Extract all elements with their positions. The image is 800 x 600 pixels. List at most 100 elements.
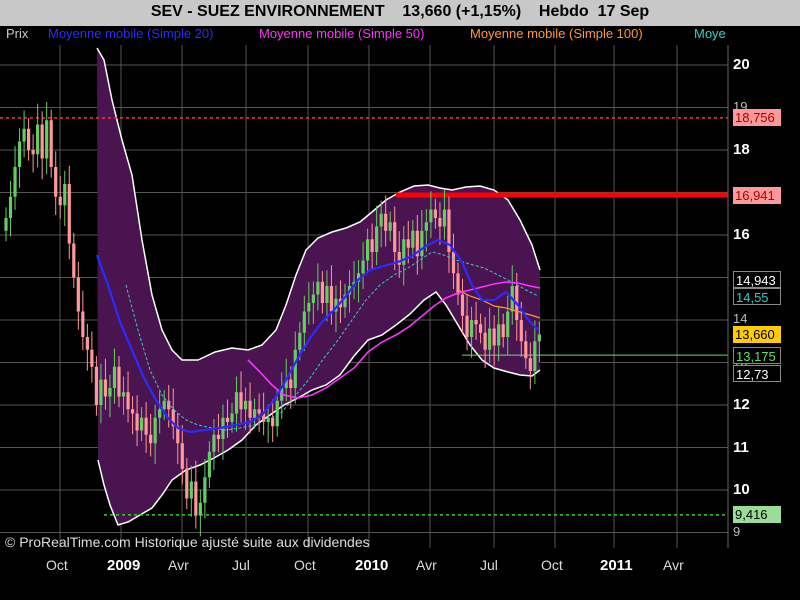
- candle-body: [384, 213, 388, 231]
- x-tick-label: Jul: [480, 557, 498, 573]
- price-chart: [0, 45, 729, 548]
- y-tick-label: 11: [733, 438, 749, 456]
- candle-body: [429, 209, 433, 223]
- price-tag: 13,175: [733, 346, 781, 364]
- candle-body: [185, 468, 189, 499]
- candle-body: [320, 281, 324, 303]
- candle-body: [72, 243, 76, 278]
- candle-body: [524, 341, 528, 359]
- candle-body: [99, 379, 103, 405]
- x-tick-label: Avr: [416, 557, 437, 573]
- candle-body: [488, 328, 492, 350]
- candle-body: [370, 239, 374, 252]
- candle-body: [230, 413, 234, 422]
- candle-body: [393, 222, 397, 252]
- candle-body: [316, 281, 320, 295]
- candle-body: [366, 239, 370, 261]
- candle-body: [54, 167, 58, 197]
- price-tag: 14,943: [733, 271, 781, 289]
- candle-body: [460, 294, 465, 316]
- x-tick-label: 2010: [355, 557, 389, 574]
- candle-body: [375, 226, 379, 252]
- candle-body: [203, 477, 207, 503]
- candle-body: [194, 481, 198, 516]
- x-tick-label: Jul: [232, 557, 250, 573]
- candle-body: [253, 409, 257, 418]
- candle-body: [420, 230, 424, 257]
- candle-body: [361, 260, 365, 274]
- candle-body: [271, 417, 275, 427]
- candle-body: [379, 213, 383, 227]
- candle-body: [537, 334, 541, 342]
- candle-body: [126, 392, 130, 410]
- candle-body: [8, 196, 13, 218]
- x-tick-label: 2011: [600, 557, 633, 574]
- candle-body: [49, 120, 53, 167]
- candle-body: [58, 196, 62, 206]
- candle-body: [533, 341, 537, 371]
- candle-body: [519, 320, 523, 342]
- x-tick-label: Avr: [663, 557, 684, 573]
- candle-body: [311, 294, 315, 303]
- candle-body: [149, 434, 153, 444]
- candle-body: [492, 328, 496, 346]
- price-tag: 9,416: [733, 506, 781, 524]
- candle-body: [63, 184, 67, 206]
- price-tag: 16,941: [733, 186, 781, 204]
- candle-body: [17, 141, 22, 167]
- candle-body: [506, 311, 510, 337]
- candle-body: [81, 311, 85, 337]
- price-tag: 14,55: [733, 288, 781, 306]
- y-tick-label: 16: [733, 226, 750, 243]
- candle-body: [112, 366, 117, 388]
- candle-body: [103, 379, 108, 397]
- price-tag: 13,660: [733, 325, 781, 343]
- candle-body: [388, 222, 392, 231]
- y-tick-label: 12: [733, 396, 750, 413]
- candle-body: [424, 222, 428, 231]
- candle-body: [289, 379, 293, 388]
- x-tick-label: Oct: [46, 557, 68, 573]
- candle-body: [528, 358, 532, 371]
- candle-body: [239, 392, 243, 410]
- candle-body: [90, 349, 94, 367]
- candle-body: [243, 400, 248, 410]
- candle-body: [22, 128, 26, 142]
- candle-body: [135, 413, 139, 431]
- x-tick-label: Avr: [168, 557, 189, 573]
- candle-body: [189, 481, 193, 499]
- candle-body: [121, 392, 126, 397]
- candle-body: [94, 366, 98, 405]
- candle-body: [108, 388, 112, 397]
- candle-body: [158, 409, 162, 418]
- candle-body: [329, 286, 334, 312]
- candle-body: [130, 409, 135, 414]
- candle-body: [411, 230, 415, 248]
- candle-body: [198, 502, 202, 516]
- copyright-text: © ProRealTime.com Historique ajusté suit…: [5, 534, 370, 550]
- candle-body: [207, 451, 211, 478]
- y-tick-label: 9: [733, 523, 741, 539]
- candle-body: [293, 349, 297, 388]
- candle-body: [433, 209, 437, 218]
- candle-body: [298, 332, 302, 350]
- y-tick-label: 18: [733, 141, 750, 158]
- candle-body: [438, 218, 442, 227]
- candle-body: [302, 311, 306, 333]
- candle-body: [27, 128, 31, 150]
- candle-body: [479, 324, 483, 333]
- candle-body: [162, 400, 166, 410]
- y-tick-label: 10: [733, 481, 750, 498]
- y-tick-label: 14: [733, 311, 748, 326]
- x-tick-label: Oct: [294, 557, 316, 573]
- candle-body: [212, 434, 216, 452]
- x-tick-label: Oct: [541, 557, 563, 573]
- y-tick-label: 20: [733, 56, 750, 73]
- price-tag: 18,756: [733, 109, 781, 127]
- candle-body: [31, 150, 35, 155]
- candle-body: [216, 434, 221, 439]
- candle-body: [442, 209, 447, 227]
- candle-body: [474, 320, 478, 325]
- candle-body: [501, 324, 505, 337]
- candle-body: [497, 324, 501, 346]
